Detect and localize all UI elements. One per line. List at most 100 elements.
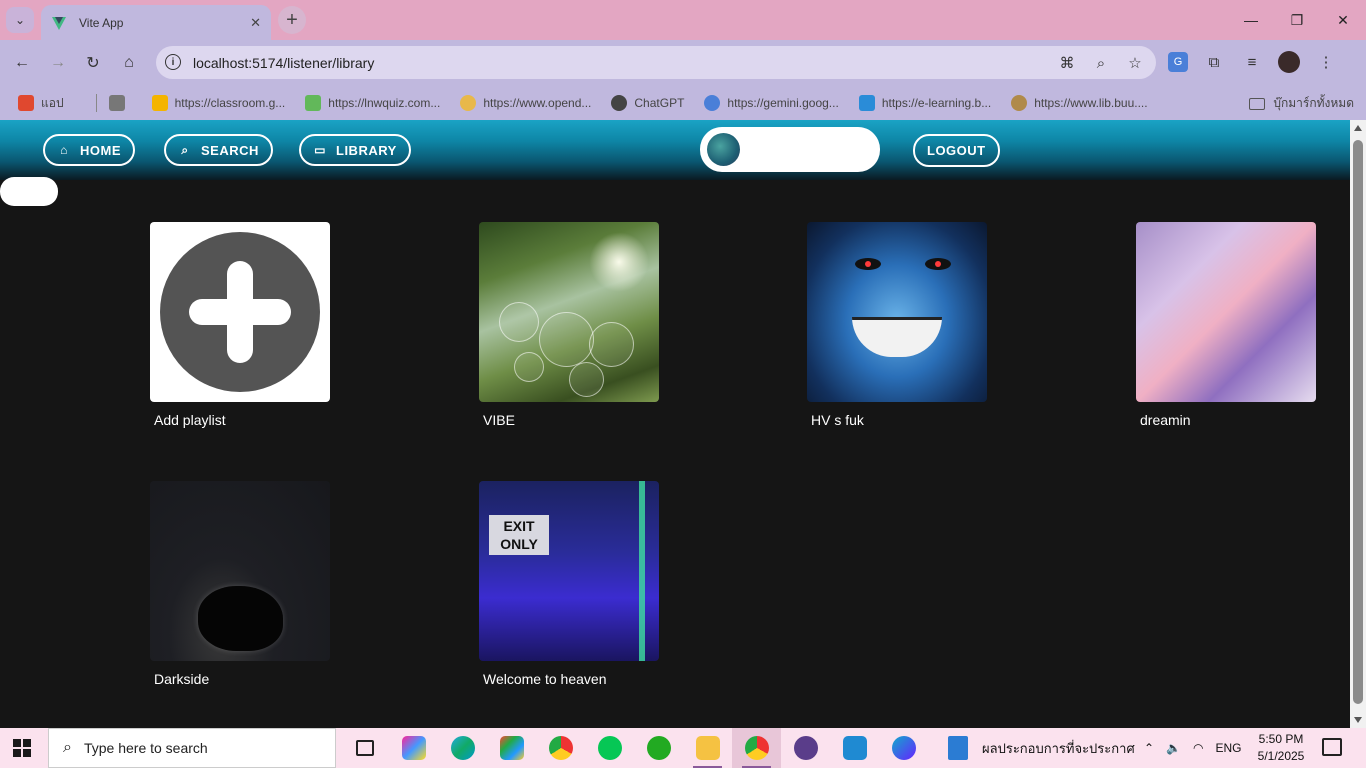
add-playlist-card[interactable]: Add playlist — [150, 222, 330, 428]
playlist-cover[interactable]: EXIT ONLY — [479, 481, 659, 661]
line-icon[interactable] — [585, 728, 634, 768]
system-clock[interactable]: 5:50 PM 5/1/2025 — [1252, 731, 1310, 765]
edge-icon[interactable] — [438, 728, 487, 768]
wifi-icon[interactable]: ◠ — [1193, 741, 1203, 755]
bookmark-item[interactable]: https://lnwquiz.com... — [305, 95, 440, 111]
minimize-icon[interactable]: — — [1228, 0, 1274, 40]
search-icon: ⌕ — [63, 739, 72, 756]
bookmark-label: https://classroom.g... — [174, 96, 286, 110]
site-info-icon[interactable]: i — [165, 54, 181, 70]
bookmark-label: https://gemini.goog... — [727, 96, 839, 110]
copilot-icon[interactable] — [389, 728, 438, 768]
taskbar-search-box[interactable]: ⌕ Type here to search — [48, 728, 336, 768]
playlist-title: dreamin — [1140, 412, 1191, 428]
profile-avatar[interactable] — [1278, 51, 1300, 73]
language-indicator[interactable]: ENG — [1216, 741, 1242, 755]
bookmark-item[interactable] — [108, 95, 132, 111]
home-icon: ⌂ — [60, 143, 68, 157]
bookmark-label: ChatGPT — [634, 96, 685, 110]
document-label: ผลประกอบการที่จะประกาศ — [982, 740, 1135, 756]
all-bookmarks[interactable]: บุ๊กมาร์กทั้งหมด — [1249, 94, 1354, 113]
white-chip[interactable] — [0, 177, 58, 206]
taskbar-search-placeholder: Type here to search — [83, 740, 208, 756]
playlist-title: Add playlist — [154, 412, 226, 428]
bookmark-label: แอป — [41, 95, 64, 110]
home-button[interactable]: ⌂ HOME — [43, 134, 135, 166]
restore-icon[interactable]: ❐ — [1274, 0, 1320, 40]
chevron-up-icon[interactable]: ⌃ — [1144, 741, 1154, 755]
clock-time: 5:50 PM — [1258, 732, 1304, 746]
chrome-active-icon[interactable] — [732, 728, 781, 768]
zoom-icon[interactable]: ⌕ — [1090, 52, 1112, 74]
close-tab-icon[interactable]: ✕ — [250, 15, 261, 31]
scroll-up-icon[interactable] — [1354, 125, 1362, 131]
file-explorer-icon[interactable] — [683, 728, 732, 768]
browser-tab[interactable]: Vite App ✕ — [41, 5, 271, 40]
bookmark-star-icon[interactable]: ☆ — [1124, 52, 1146, 74]
taskbar-document[interactable]: ผลประกอบการที่จะประกาศ — [948, 728, 1135, 768]
user-avatar[interactable] — [707, 133, 740, 166]
more-menu-icon[interactable]: ⋮ — [1314, 50, 1338, 74]
search-button[interactable]: ⌕ SEARCH — [164, 134, 273, 166]
chrome-icon[interactable] — [536, 728, 585, 768]
vscode-icon[interactable] — [830, 728, 879, 768]
gemini-icon — [704, 95, 721, 111]
xbox-icon[interactable] — [634, 728, 683, 768]
close-window-icon[interactable]: ✕ — [1320, 0, 1366, 40]
url-text[interactable]: localhost:5174/listener/library — [193, 55, 374, 71]
bookmark-item[interactable]: ChatGPT — [611, 95, 684, 111]
media-icon[interactable]: ≡ — [1240, 50, 1264, 74]
address-bar[interactable]: i localhost:5174/listener/library ⌘ ⌕ ☆ — [156, 46, 1156, 79]
chatgpt-icon — [611, 95, 628, 111]
playlist-cover[interactable] — [1136, 222, 1316, 402]
logout-button[interactable]: LOGOUT — [913, 134, 1000, 167]
google-translate-icon[interactable]: G — [1168, 52, 1188, 72]
playlist-cover[interactable] — [807, 222, 987, 402]
exit-sign: EXIT ONLY — [489, 515, 549, 555]
translate-icon[interactable]: ⌘ — [1056, 52, 1078, 74]
store-icon[interactable] — [487, 728, 536, 768]
playlist-title: Darkside — [154, 671, 210, 687]
back-icon[interactable]: ← — [9, 50, 35, 76]
playlist-title: Welcome to heaven — [483, 671, 607, 687]
github-icon[interactable] — [781, 728, 830, 768]
page-scrollbar[interactable] — [1350, 120, 1366, 728]
bookmarks-bar: แอป https://classroom.g... https://lnwqu… — [0, 86, 1366, 120]
bookmark-item[interactable]: แอป — [18, 94, 64, 113]
bookmark-item[interactable]: https://classroom.g... — [151, 95, 286, 111]
task-view-icon[interactable] — [340, 728, 389, 768]
volume-icon[interactable]: 🔈 — [1166, 741, 1181, 755]
search-label: SEARCH — [201, 142, 259, 158]
playlist-cover[interactable] — [150, 481, 330, 661]
playlist-card[interactable]: dreamin — [1136, 222, 1316, 428]
page-viewport: ⌂ HOME ⌕ SEARCH ▭ LIBRARY LOGOUT Add pla… — [0, 120, 1350, 728]
bookmark-item[interactable]: https://gemini.goog... — [704, 95, 839, 111]
extensions-icon[interactable]: ⧉ — [1202, 50, 1226, 74]
profile-box[interactable] — [700, 127, 880, 172]
tab-search-button[interactable]: ⌄ — [6, 7, 34, 33]
search-icon: ⌕ — [181, 142, 189, 157]
scroll-down-icon[interactable] — [1354, 717, 1362, 723]
bookmark-item[interactable]: https://e-learning.b... — [858, 95, 991, 111]
divider — [95, 94, 97, 112]
forward-icon[interactable]: → — [45, 50, 71, 76]
notification-icon[interactable] — [1322, 738, 1342, 756]
canva-icon[interactable] — [879, 728, 928, 768]
bookmark-item[interactable]: https://www.opend... — [460, 95, 591, 111]
apps-icon — [18, 95, 34, 111]
windows-start-icon[interactable] — [13, 739, 31, 757]
new-tab-button[interactable]: + — [278, 6, 306, 34]
grid-icon — [108, 95, 125, 111]
playlist-card[interactable]: HV s fuk — [807, 222, 987, 428]
reload-icon[interactable]: ↻ — [80, 50, 106, 76]
playlist-card[interactable]: EXIT ONLY Welcome to heaven — [479, 481, 659, 687]
home-icon[interactable]: ⌂ — [116, 50, 142, 76]
library-button[interactable]: ▭ LIBRARY — [299, 134, 411, 166]
scroll-thumb[interactable] — [1353, 140, 1363, 704]
playlist-cover[interactable] — [479, 222, 659, 402]
add-playlist-cover[interactable] — [150, 222, 330, 402]
playlist-card[interactable]: Darkside — [150, 481, 330, 687]
playlist-card[interactable]: VIBE — [479, 222, 659, 428]
logout-label: LOGOUT — [927, 143, 986, 158]
bookmark-item[interactable]: https://www.lib.buu.... — [1011, 95, 1148, 111]
